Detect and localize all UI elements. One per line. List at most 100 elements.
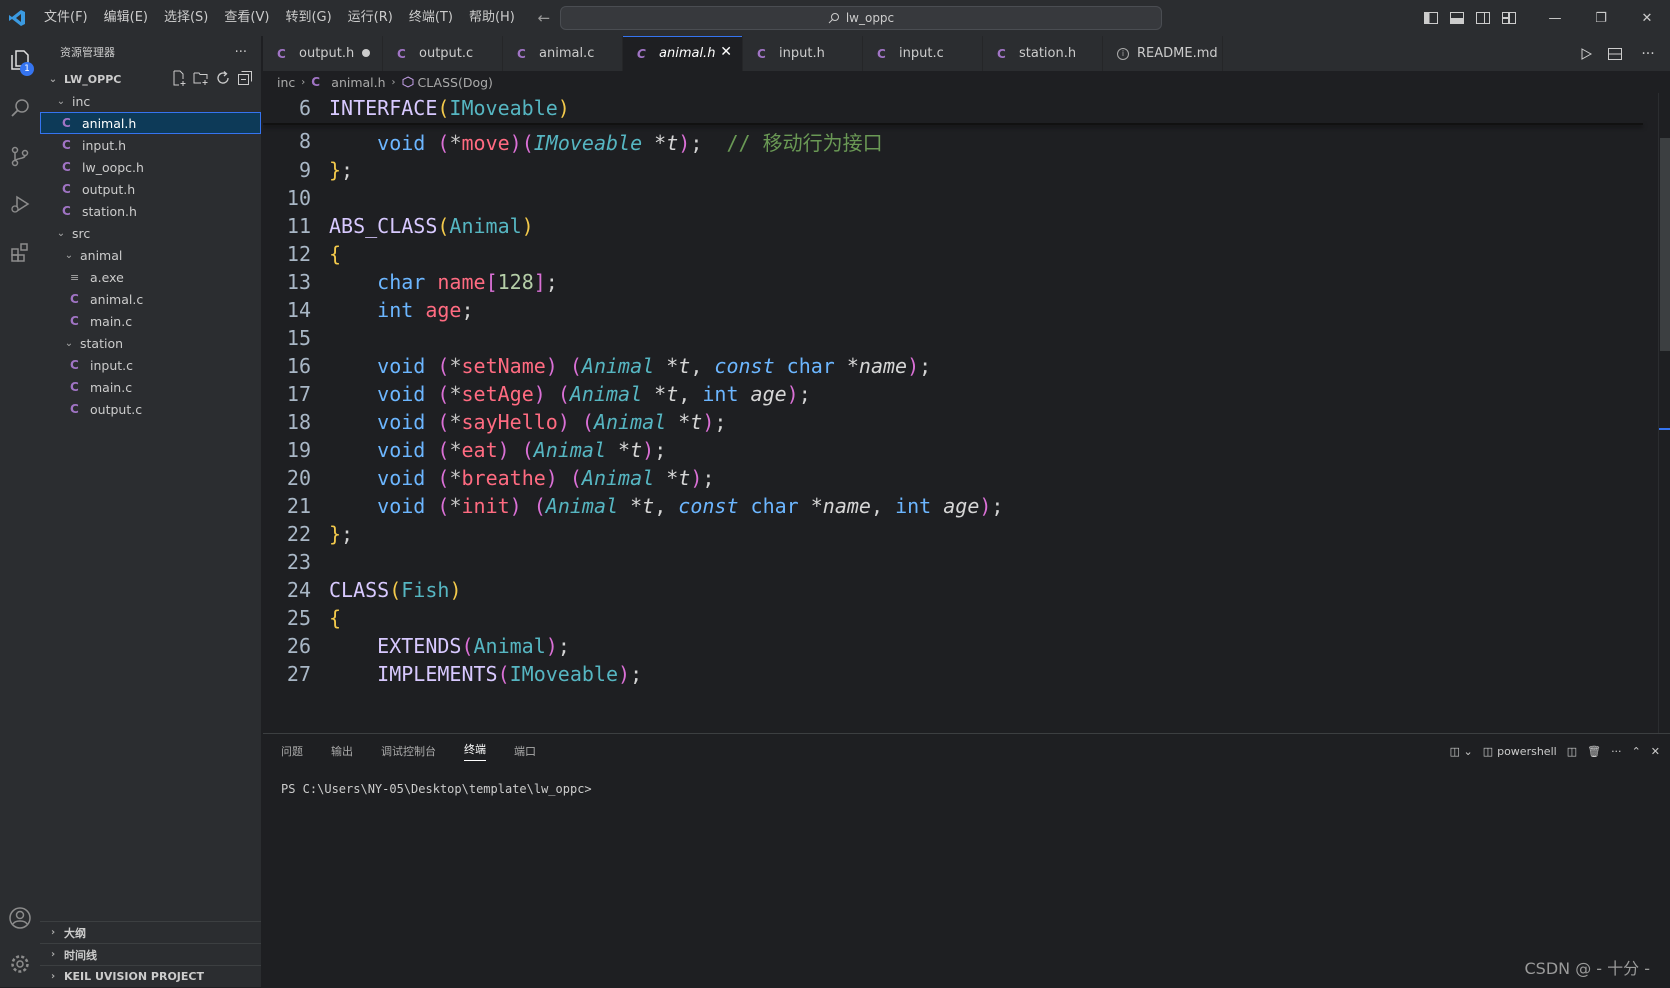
tree-file[interactable]: Canimal.c bbox=[40, 288, 261, 310]
tree-file[interactable]: ≡ a.exe bbox=[40, 266, 261, 288]
more-actions-icon[interactable]: ··· bbox=[1636, 46, 1660, 62]
split-editor-icon[interactable] bbox=[1608, 47, 1632, 60]
timeline-section[interactable]: › 时间线 bbox=[40, 943, 261, 965]
sticky-scroll-line[interactable]: 6 INTERFACE(IMoveable) bbox=[263, 93, 1643, 123]
split-icon[interactable]: ◫ bbox=[1567, 745, 1577, 758]
tree-file[interactable]: Cinput.c bbox=[40, 354, 261, 376]
code-line[interactable]: 10 bbox=[263, 183, 1643, 213]
unsaved-dot-icon[interactable] bbox=[362, 49, 370, 57]
terminal-prompt[interactable]: PS C:\Users\NY-05\Desktop\template\lw_op… bbox=[281, 782, 592, 796]
menu-item[interactable]: 编辑(E) bbox=[96, 0, 156, 36]
code-line[interactable]: 22}; bbox=[263, 519, 1643, 549]
panel-tab[interactable]: 终端 bbox=[464, 741, 486, 761]
menu-item[interactable]: 终端(T) bbox=[401, 0, 461, 36]
refresh-icon[interactable] bbox=[215, 70, 231, 86]
code-editor[interactable]: 6 INTERFACE(IMoveable) 8 void (*move)(IM… bbox=[263, 93, 1670, 733]
command-center-search[interactable]: lw_oppc bbox=[560, 6, 1162, 30]
search-view-icon[interactable] bbox=[0, 84, 40, 132]
code-line[interactable]: 24 CLASS(Fish) bbox=[263, 575, 1643, 605]
tree-file[interactable]: Coutput.c bbox=[40, 398, 261, 420]
breadcrumb-file[interactable]: animal.h bbox=[331, 75, 385, 90]
panel-tab[interactable]: 输出 bbox=[331, 743, 353, 759]
menu-item[interactable]: 选择(S) bbox=[156, 0, 216, 36]
source-control-icon[interactable] bbox=[0, 132, 40, 180]
code-line[interactable]: 26 EXTENDS(Animal); bbox=[263, 631, 1643, 661]
toggle-primary-sidebar-icon[interactable] bbox=[1418, 0, 1444, 36]
editor-tab[interactable]: Canimal.c bbox=[503, 36, 623, 71]
panel-tab[interactable]: 调试控制台 bbox=[381, 743, 436, 759]
editor-tab[interactable]: Coutput.h bbox=[263, 36, 383, 71]
menu-item[interactable]: 运行(R) bbox=[340, 0, 401, 36]
toggle-secondary-sidebar-icon[interactable] bbox=[1470, 0, 1496, 36]
breadcrumb-folder[interactable]: inc bbox=[277, 75, 295, 90]
run-debug-icon[interactable] bbox=[0, 180, 40, 228]
outline-section[interactable]: › 大纲 bbox=[40, 921, 261, 943]
accounts-icon[interactable] bbox=[0, 894, 40, 942]
code-line[interactable]: 17 void (*setAge) (Animal *t, int age); bbox=[263, 379, 1643, 409]
tree-file[interactable]: Cmain.c bbox=[40, 310, 261, 332]
code-line[interactable]: 15 bbox=[263, 323, 1643, 353]
tree-file[interactable]: Coutput.h bbox=[40, 178, 261, 200]
tree-file[interactable]: Clw_oopc.h bbox=[40, 156, 261, 178]
tree-file[interactable]: Cmain.c bbox=[40, 376, 261, 398]
code-line[interactable]: 19 void (*eat) (Animal *t); bbox=[263, 435, 1643, 465]
code-line[interactable]: 18 void (*sayHello) (Animal *t); bbox=[263, 407, 1643, 437]
breadcrumb-symbol[interactable]: CLASS(Dog) bbox=[418, 75, 493, 90]
tree-folder[interactable]: ⌄ station bbox=[40, 332, 261, 354]
tree-folder[interactable]: ⌄ inc bbox=[40, 90, 261, 112]
restore-button[interactable]: ❐ bbox=[1578, 0, 1624, 36]
split-terminal-dropdown-icon[interactable]: ◫ ⌄ bbox=[1450, 745, 1473, 758]
editor-scrollbar[interactable] bbox=[1658, 93, 1670, 733]
panel-tab[interactable]: 问题 bbox=[281, 743, 303, 759]
more-actions-icon[interactable]: ··· bbox=[1611, 745, 1622, 758]
trash-icon[interactable]: 🗑 bbox=[1587, 745, 1601, 758]
editor-tab[interactable]: Cstation.h bbox=[983, 36, 1103, 71]
close-panel-icon[interactable]: ✕ bbox=[1651, 745, 1660, 758]
menu-item[interactable]: 帮助(H) bbox=[461, 0, 523, 36]
customize-layout-icon[interactable] bbox=[1496, 0, 1522, 36]
menu-item[interactable]: 查看(V) bbox=[216, 0, 277, 36]
editor-tab[interactable]: i README.md bbox=[1103, 36, 1223, 71]
explorer-icon[interactable]: 1 bbox=[0, 36, 40, 84]
code-line[interactable]: 14 int age; bbox=[263, 295, 1643, 325]
code-line[interactable]: 8 void (*move)(IMoveable *t); // 移动行为接口 bbox=[263, 126, 1643, 156]
menu-item[interactable]: 文件(F) bbox=[36, 0, 96, 36]
menu-item[interactable]: 转到(G) bbox=[277, 0, 339, 36]
new-folder-icon[interactable] bbox=[193, 70, 209, 86]
maximize-panel-icon[interactable]: ⌃ bbox=[1632, 745, 1641, 758]
tree-file[interactable]: Canimal.h bbox=[40, 112, 261, 134]
code-line[interactable]: 11 ABS_CLASS(Animal) bbox=[263, 211, 1643, 241]
code-line[interactable]: 23 bbox=[263, 547, 1643, 577]
panel-tab[interactable]: 端口 bbox=[514, 743, 536, 759]
code-line[interactable]: 27 IMPLEMENTS(IMoveable); bbox=[263, 659, 1643, 689]
collapse-all-icon[interactable] bbox=[237, 70, 253, 86]
scrollbar-thumb[interactable] bbox=[1660, 138, 1670, 351]
run-icon[interactable] bbox=[1580, 47, 1604, 60]
more-actions-icon[interactable]: ··· bbox=[235, 45, 247, 60]
editor-tab[interactable]: Cinput.c bbox=[863, 36, 983, 71]
new-file-icon[interactable] bbox=[171, 70, 187, 86]
toggle-panel-icon[interactable] bbox=[1444, 0, 1470, 36]
close-window-button[interactable]: ✕ bbox=[1624, 0, 1670, 36]
code-line[interactable]: 13 char name[128]; bbox=[263, 267, 1643, 297]
code-line[interactable]: 21 void (*init) (Animal *t, const char *… bbox=[263, 491, 1643, 521]
tree-folder[interactable]: ⌄ src bbox=[40, 222, 261, 244]
extensions-icon[interactable] bbox=[0, 228, 40, 276]
tree-file[interactable]: Cinput.h bbox=[40, 134, 261, 156]
minimize-button[interactable]: — bbox=[1532, 0, 1578, 36]
code-line[interactable]: 25 { bbox=[263, 603, 1643, 633]
settings-gear-icon[interactable] bbox=[0, 940, 40, 988]
close-tab-icon[interactable]: ✕ bbox=[720, 44, 732, 60]
back-arrow-icon[interactable]: ← bbox=[531, 9, 557, 27]
code-line[interactable]: 16 void (*setName) (Animal *t, const cha… bbox=[263, 351, 1643, 381]
code-line[interactable]: 9}; bbox=[263, 155, 1643, 185]
tree-file[interactable]: Cstation.h bbox=[40, 200, 261, 222]
project-root-row[interactable]: ⌄ LW_OPPC bbox=[40, 68, 261, 90]
code-line[interactable]: 12 { bbox=[263, 239, 1643, 269]
code-line[interactable]: 20 void (*breathe) (Animal *t); bbox=[263, 463, 1643, 493]
editor-tab[interactable]: Cinput.h bbox=[743, 36, 863, 71]
tree-folder[interactable]: ⌄ animal bbox=[40, 244, 261, 266]
editor-tab[interactable]: Canimal.h ✕ bbox=[623, 36, 743, 71]
terminal-instance[interactable]: ◫ powershell bbox=[1483, 745, 1557, 758]
keil-project-section[interactable]: › KEIL UVISION PROJECT bbox=[40, 965, 261, 987]
